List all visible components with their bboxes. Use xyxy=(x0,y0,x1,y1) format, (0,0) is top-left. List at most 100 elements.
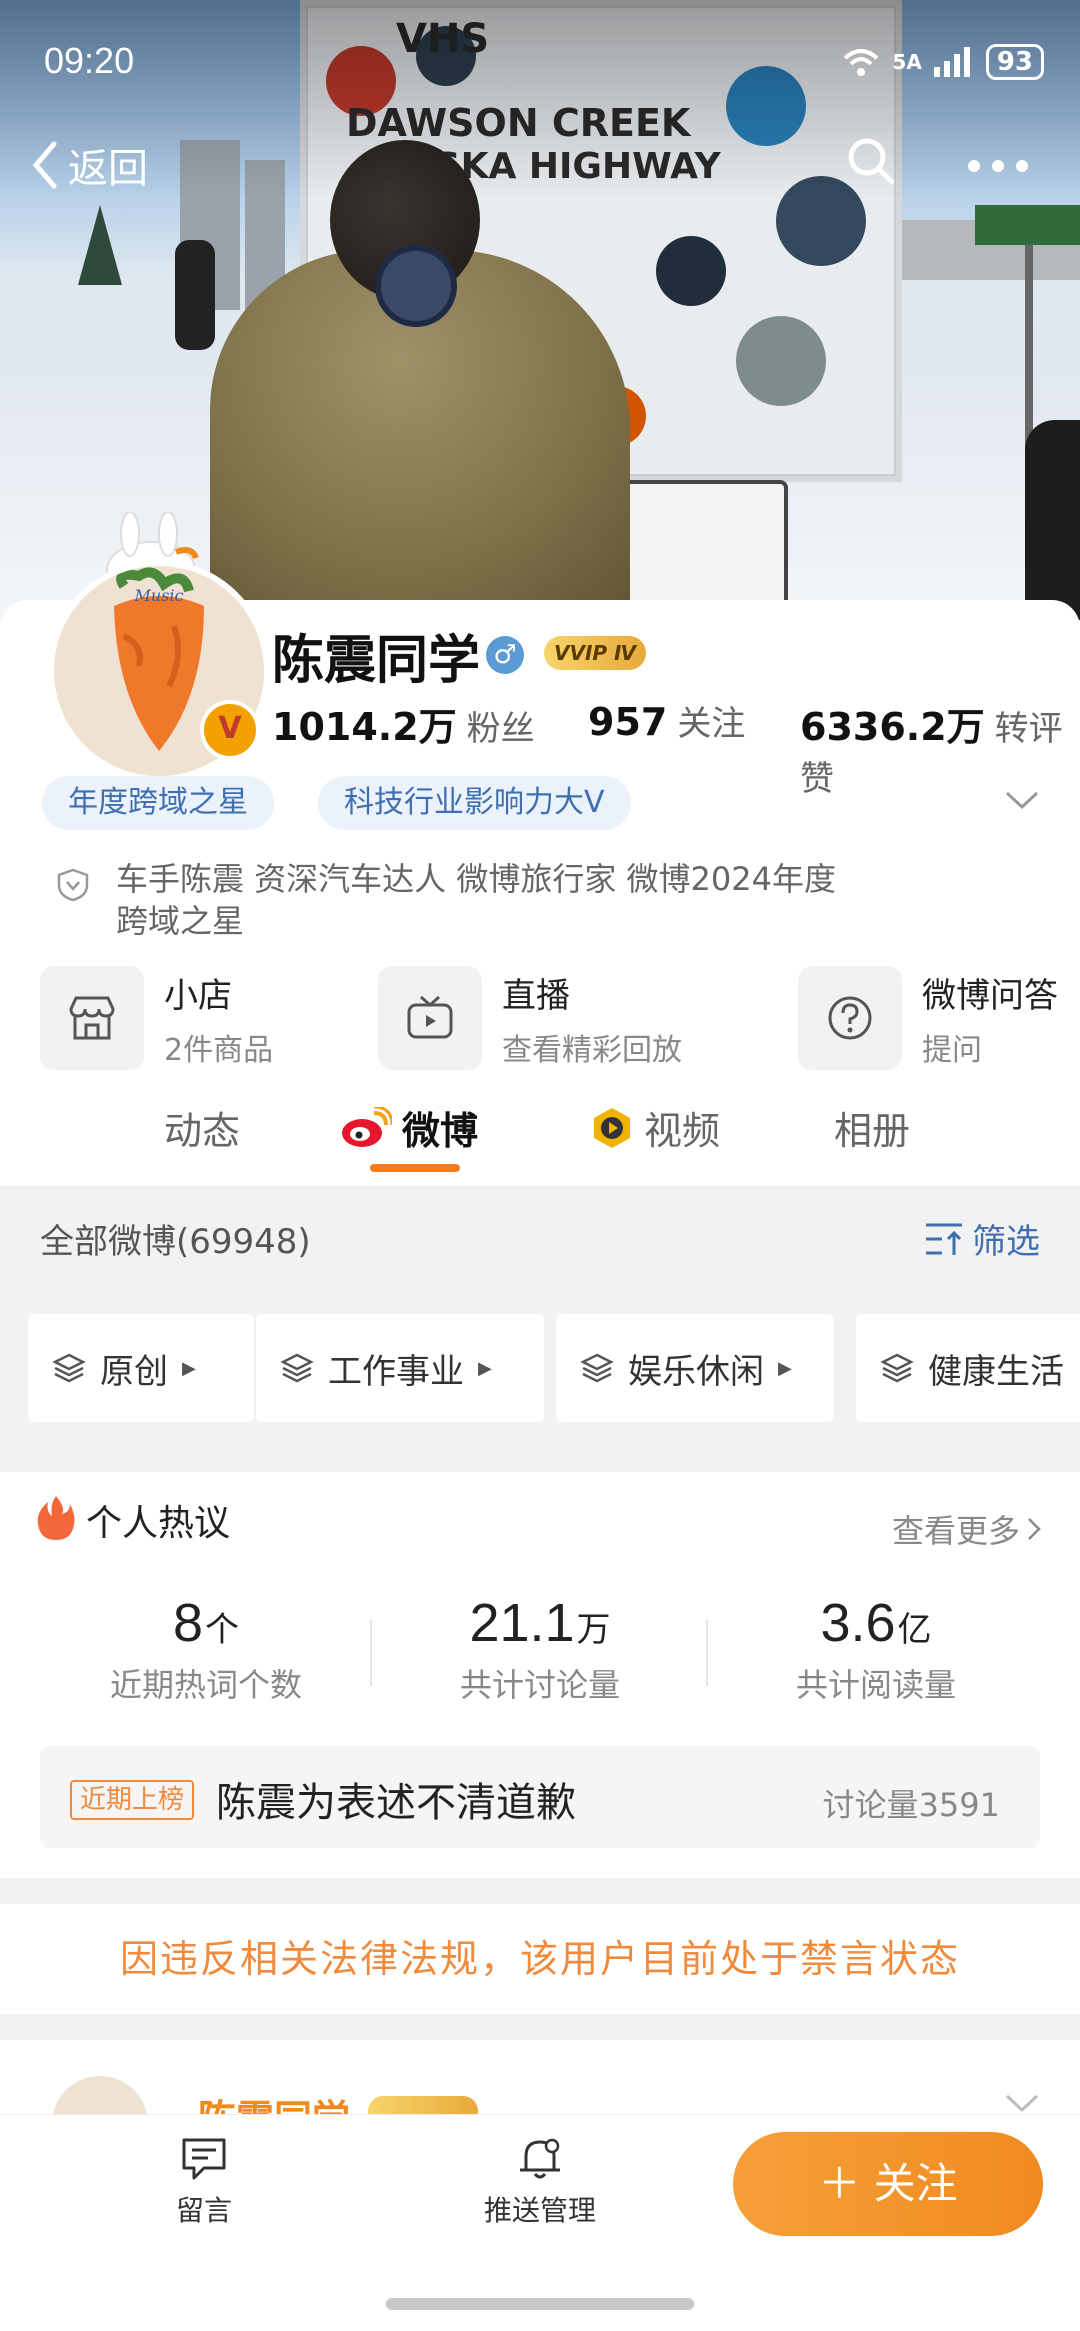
metric-caption: 近期热词个数 xyxy=(109,1666,302,1704)
battery-indicator: 93 xyxy=(985,44,1044,80)
tab-weibo[interactable]: 微博 xyxy=(340,1100,478,1155)
more-dots-icon xyxy=(968,160,1028,172)
following-count: 957 xyxy=(588,700,668,744)
shield-icon xyxy=(57,868,89,902)
tab-weibo-label: 微博 xyxy=(402,1109,479,1153)
back-label: 返回 xyxy=(68,146,148,192)
male-icon: ♂ xyxy=(486,636,524,674)
follow-button[interactable]: ＋ 关注 xyxy=(733,2132,1043,2236)
layers-icon xyxy=(280,1353,314,1383)
shop-entry[interactable]: 小店 2件商品 xyxy=(40,966,273,1070)
see-more-label: 查看更多 xyxy=(891,1512,1020,1550)
profile-tag[interactable]: 科技行业影响力大V xyxy=(318,776,631,830)
qa-entry[interactable]: 微博问答 提问 xyxy=(798,966,1058,1070)
back-button[interactable]: 返回 xyxy=(30,136,148,194)
fans-count: 1014.2万 xyxy=(272,705,457,749)
hot-metric: 21.1万 共计讨论量 xyxy=(390,1592,690,1706)
recent-topic: 陈震为表述不清道歉 xyxy=(216,1780,576,1826)
search-button[interactable] xyxy=(846,136,896,190)
category-chip[interactable]: 原创 ▶ xyxy=(28,1314,254,1422)
chevron-down-icon[interactable] xyxy=(1004,2092,1040,2114)
more-button[interactable] xyxy=(966,158,1030,178)
fans-stat[interactable]: 1014.2万 粉丝 xyxy=(272,696,535,751)
post-preview[interactable]: 陈震同学 xyxy=(0,2040,1080,2120)
divider xyxy=(706,1620,708,1686)
vvip-badge[interactable]: VVIP Ⅳ xyxy=(544,636,646,670)
bio-line: 跨域之星 xyxy=(116,902,245,940)
caret-right-icon: ▶ xyxy=(778,1357,792,1379)
question-icon xyxy=(798,966,902,1070)
hot-title: 个人热议 xyxy=(86,1503,231,1544)
filter-label: 筛选 xyxy=(972,1222,1040,1262)
banned-notice: 因违反相关法律法规，该用户目前处于禁言状态 xyxy=(0,1904,1080,2014)
following-label: 关注 xyxy=(677,704,746,744)
all-posts-count: 全部微博(69948) xyxy=(40,1222,311,1262)
network-label: 5A xyxy=(892,50,922,74)
push-settings-button[interactable]: 推送管理 xyxy=(440,2136,640,2229)
metric-value: 21.1 xyxy=(469,1593,575,1653)
message-label: 留言 xyxy=(175,2194,232,2227)
tab-dynamics[interactable]: 动态 xyxy=(164,1100,240,1155)
flame-icon xyxy=(37,1496,75,1540)
caret-right-icon: ▶ xyxy=(182,1357,196,1379)
metric-unit: 亿 xyxy=(897,1610,932,1650)
pine-tree xyxy=(78,205,122,285)
caret-right-icon: ▶ xyxy=(478,1357,492,1379)
tab-video-label: 视频 xyxy=(644,1109,721,1153)
profile-name: 陈震同学 xyxy=(272,631,481,691)
message-button[interactable]: 留言 xyxy=(104,2136,304,2229)
layers-icon xyxy=(52,1353,86,1383)
pedestrian xyxy=(175,240,215,350)
status-time: 09:20 xyxy=(44,40,135,81)
metric-value: 8 xyxy=(172,1593,204,1653)
tab-video[interactable]: 视频 xyxy=(590,1100,720,1155)
section-divider xyxy=(0,2014,1080,2040)
profile-tabs: 动态 微博 视频 相册 xyxy=(0,1100,1080,1180)
chevron-right-icon xyxy=(1028,1518,1041,1540)
category-chip[interactable]: 娱乐休闲 ▶ xyxy=(556,1314,834,1422)
category-label: 娱乐休闲 xyxy=(628,1351,764,1392)
see-more-link[interactable]: 查看更多 xyxy=(892,1506,1042,1552)
hot-metric: 3.6亿 共计阅读量 xyxy=(726,1592,1026,1706)
recent-tag: 近期上榜 xyxy=(70,1780,195,1820)
service-title: 微博问答 xyxy=(922,975,1058,1016)
verified-badge: V xyxy=(200,700,260,760)
svg-text:Music: Music xyxy=(134,586,184,605)
status-icons: 5A 93 xyxy=(842,44,1044,80)
metric-unit: 个 xyxy=(205,1610,240,1650)
bell-icon xyxy=(520,2138,560,2179)
metric-caption: 共计阅读量 xyxy=(795,1666,956,1704)
layers-icon xyxy=(580,1353,614,1383)
recent-discussion-count: 讨论量3591 xyxy=(822,1786,1000,1824)
bio-line: 车手陈震 资深汽车达人 微博旅行家 微博2024年度 xyxy=(116,860,836,898)
hot-metric: 8个 近期热词个数 xyxy=(56,1592,356,1706)
service-subtitle: 查看精彩回放 xyxy=(502,1032,682,1068)
message-icon xyxy=(182,2138,226,2180)
service-subtitle: 提问 xyxy=(922,1032,982,1068)
active-tab-underline xyxy=(370,1164,460,1172)
service-title: 直播 xyxy=(502,975,570,1016)
home-indicator xyxy=(386,2298,694,2310)
category-chip[interactable]: 健康生活 xyxy=(856,1314,1080,1422)
category-label: 原创 xyxy=(100,1351,168,1392)
category-label: 工作事业 xyxy=(328,1351,464,1392)
cover-shade xyxy=(0,0,1080,200)
metric-unit: 万 xyxy=(576,1610,611,1650)
video-icon xyxy=(594,1107,630,1148)
street-sign xyxy=(975,205,1080,245)
section-divider xyxy=(0,1878,1080,1904)
live-entry[interactable]: 直播 查看精彩回放 xyxy=(378,966,682,1070)
small-sign xyxy=(620,480,788,620)
chevron-down-icon xyxy=(1005,791,1039,810)
expand-tags-button[interactable] xyxy=(1004,780,1040,820)
tab-album[interactable]: 相册 xyxy=(834,1100,910,1155)
layers-icon xyxy=(880,1353,914,1383)
metric-caption: 共计讨论量 xyxy=(459,1666,620,1704)
profile-tag[interactable]: 年度跨域之星 xyxy=(42,776,274,830)
category-chip[interactable]: 工作事业 ▶ xyxy=(256,1314,544,1422)
filter-button[interactable]: 筛选 xyxy=(924,1214,1040,1263)
following-stat[interactable]: 957 关注 xyxy=(588,696,745,745)
category-label: 健康生活 xyxy=(928,1351,1064,1392)
weibo-logo-icon xyxy=(342,1106,392,1147)
divider xyxy=(370,1620,372,1686)
